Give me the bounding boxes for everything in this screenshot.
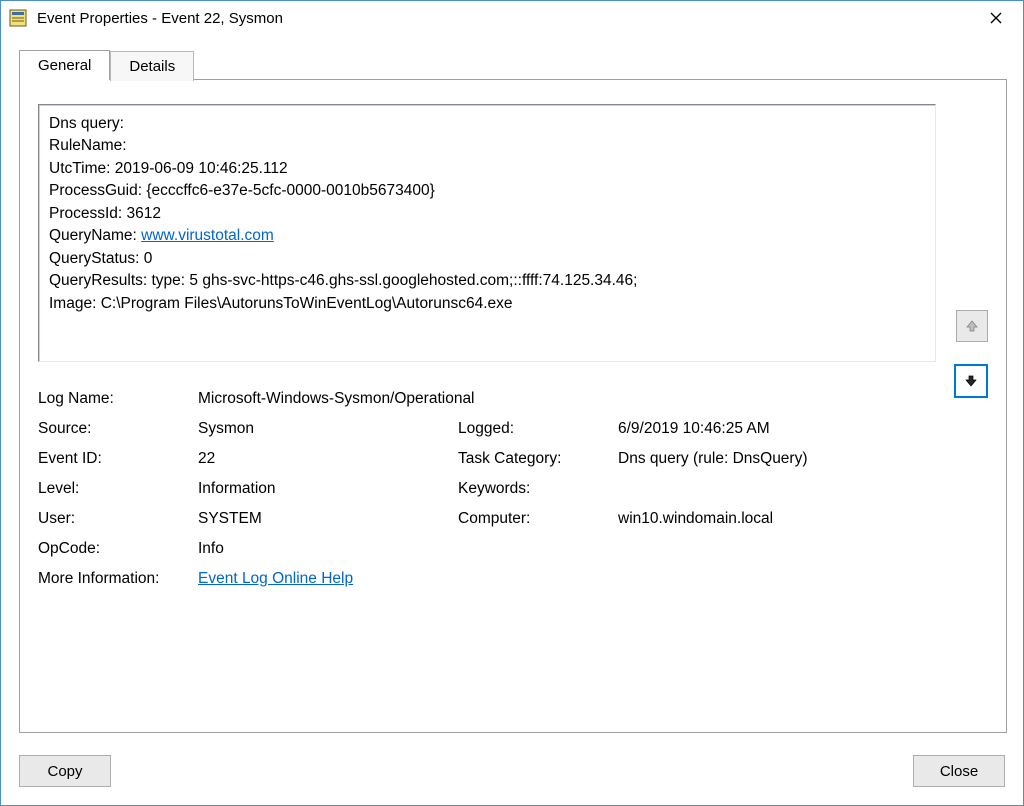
- event-properties-window: Event Properties - Event 22, Sysmon Gene…: [0, 0, 1024, 806]
- dialog-footer: Copy Close: [1, 743, 1023, 805]
- previous-event-button[interactable]: [956, 310, 988, 342]
- desc-line: QueryResults: type: 5 ghs-svc-https-c46.…: [49, 270, 925, 292]
- event-description-box[interactable]: Dns query: RuleName: UtcTime: 2019-06-09…: [38, 104, 936, 362]
- titlebar: Event Properties - Event 22, Sysmon: [1, 1, 1023, 35]
- event-log-help-link[interactable]: Event Log Online Help: [198, 570, 353, 587]
- keywords-value: [618, 480, 936, 498]
- user-label: User:: [38, 510, 198, 528]
- task-category-value: Dns query (rule: DnsQuery): [618, 450, 936, 468]
- event-id-label: Event ID:: [38, 450, 198, 468]
- client-area: General Details Dns query: RuleName: Utc…: [1, 35, 1023, 743]
- desc-line: ProcessGuid: {ecccffc6-e37e-5cfc-0000-00…: [49, 180, 925, 202]
- source-label: Source:: [38, 420, 198, 438]
- main-column: Dns query: RuleName: UtcTime: 2019-06-09…: [38, 104, 936, 708]
- event-details-grid: Log Name: Microsoft-Windows-Sysmon/Opera…: [38, 390, 936, 588]
- source-value: Sysmon: [198, 420, 458, 438]
- desc-line: QueryStatus: 0: [49, 248, 925, 270]
- keywords-label: Keywords:: [458, 480, 618, 498]
- level-value: Information: [198, 480, 458, 498]
- more-info-value: Event Log Online Help: [198, 570, 936, 588]
- tab-details[interactable]: Details: [110, 51, 194, 81]
- log-name-value: Microsoft-Windows-Sysmon/Operational: [198, 390, 936, 408]
- close-button[interactable]: Close: [913, 755, 1005, 787]
- tab-page-general: Dns query: RuleName: UtcTime: 2019-06-09…: [19, 79, 1007, 733]
- next-event-button[interactable]: [954, 364, 988, 398]
- desc-line: Image: C:\Program Files\AutorunsToWinEve…: [49, 293, 925, 315]
- opcode-value: Info: [198, 540, 936, 558]
- user-value: SYSTEM: [198, 510, 458, 528]
- tab-general[interactable]: General: [19, 50, 110, 80]
- window-title: Event Properties - Event 22, Sysmon: [37, 10, 975, 27]
- task-category-label: Task Category:: [458, 450, 618, 468]
- level-label: Level:: [38, 480, 198, 498]
- desc-text: QueryName:: [49, 227, 141, 244]
- opcode-label: OpCode:: [38, 540, 198, 558]
- computer-value: win10.windomain.local: [618, 510, 936, 528]
- desc-line: UtcTime: 2019-06-09 10:46:25.112: [49, 158, 925, 180]
- arrow-up-icon: [965, 319, 979, 333]
- more-info-label: More Information:: [38, 570, 198, 588]
- computer-label: Computer:: [458, 510, 618, 528]
- query-name-link[interactable]: www.virustotal.com: [141, 227, 274, 244]
- tab-strip: General Details: [19, 49, 1007, 79]
- logged-value: 6/9/2019 10:46:25 AM: [618, 420, 936, 438]
- window-close-button[interactable]: [975, 4, 1017, 32]
- logged-label: Logged:: [458, 420, 618, 438]
- desc-line: RuleName:: [49, 135, 925, 157]
- desc-line: ProcessId: 3612: [49, 203, 925, 225]
- close-icon: [990, 12, 1002, 24]
- event-log-icon: [9, 9, 27, 27]
- log-name-label: Log Name:: [38, 390, 198, 408]
- desc-line: Dns query:: [49, 113, 925, 135]
- arrow-down-icon: [964, 374, 978, 388]
- nav-column: [952, 104, 988, 708]
- copy-button[interactable]: Copy: [19, 755, 111, 787]
- desc-line: QueryName: www.virustotal.com: [49, 225, 925, 247]
- event-id-value: 22: [198, 450, 458, 468]
